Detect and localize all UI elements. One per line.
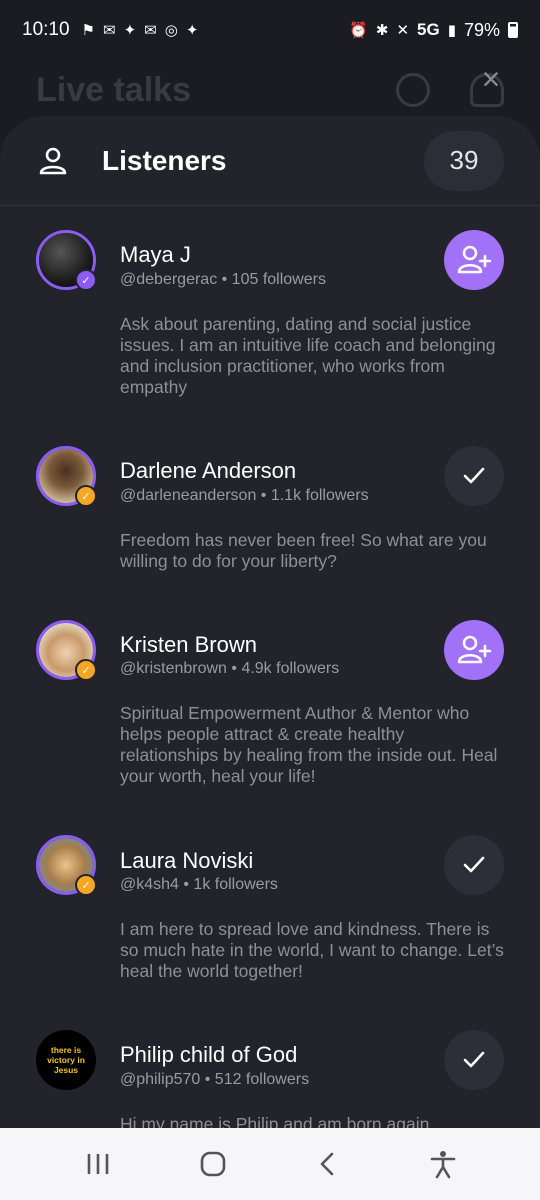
checkmark-icon xyxy=(463,467,485,484)
following-button[interactable] xyxy=(444,446,504,506)
twitter-icon: ✦ xyxy=(185,21,199,39)
status-left: 10:10 ⚑ ✉ ✦ ✉ ◎ ✦ xyxy=(22,19,198,41)
bluetooth-icon: ✱ xyxy=(375,21,389,39)
listener-handle: @debergerac • 105 followers xyxy=(120,271,326,288)
navigation-bar xyxy=(0,1128,540,1200)
listener-item[interactable]: there is victory in Jesus Philip child o… xyxy=(0,1005,540,1128)
battery-percent: 79% xyxy=(463,19,500,40)
listener-name[interactable]: Maya J xyxy=(120,242,191,268)
checkmark-icon xyxy=(463,856,485,873)
add-user-icon xyxy=(457,635,492,664)
avatar[interactable]: ✓ xyxy=(36,230,97,291)
status-time: 10:10 xyxy=(22,19,70,40)
listener-count-badge: 39 xyxy=(424,130,504,191)
back-icon xyxy=(320,1152,333,1176)
avatar-image: there is victory in Jesus xyxy=(39,1033,93,1087)
avatar-text: there is victory in Jesus xyxy=(47,1045,85,1075)
verified-badge-icon: ✓ xyxy=(75,485,97,507)
listener-handle: @kristenbrown • 4.9k followers xyxy=(120,660,340,677)
mute-icon: ✕ xyxy=(396,21,410,39)
verified-badge-icon: ✓ xyxy=(75,659,97,681)
following-button[interactable] xyxy=(444,835,504,895)
verified-badge-icon: ✓ xyxy=(75,874,97,896)
checkmark-icon xyxy=(463,1051,485,1068)
battery-icon xyxy=(508,22,518,38)
listener-item[interactable]: ✓ Kristen Brown @kristenbrown • 4.9k fol… xyxy=(0,595,540,810)
status-bar: 10:10 ⚑ ✉ ✦ ✉ ◎ ✦ ⏰ ✱ ✕ 5G ▮ 79% xyxy=(0,0,540,60)
listener-item[interactable]: ✓ Laura Noviski @k4sh4 • 1k followers I … xyxy=(0,810,540,1005)
notification-icon: ⚑ xyxy=(81,21,95,39)
accessibility-icon xyxy=(430,1151,455,1179)
listener-bio: Hi my name is Philip and am born again xyxy=(120,1114,430,1128)
listener-name[interactable]: Darlene Anderson xyxy=(120,458,296,484)
listener-name[interactable]: Philip child of God xyxy=(120,1042,297,1068)
avatar[interactable]: ✓ xyxy=(36,446,97,507)
listener-handle: @k4sh4 • 1k followers xyxy=(120,876,278,893)
recent-apps-button[interactable] xyxy=(78,1144,118,1184)
listener-name[interactable]: Kristen Brown xyxy=(120,632,257,658)
sheet-header: Listeners 39 xyxy=(0,116,540,206)
listener-item[interactable]: ✓ Darlene Anderson @darleneanderson • 1.… xyxy=(0,421,540,595)
back-button[interactable] xyxy=(308,1144,348,1184)
verified-badge-icon: ✓ xyxy=(75,269,97,291)
avatar[interactable]: ✓ xyxy=(36,835,97,896)
background-header: Live talks xyxy=(0,60,540,120)
avatar[interactable]: there is victory in Jesus xyxy=(36,1030,96,1090)
listener-item[interactable]: ✓ Maya J @debergerac • 105 followers Ask… xyxy=(0,206,540,421)
listener-bio: Ask about parenting, dating and social j… xyxy=(120,314,496,397)
signal-icon: ▮ xyxy=(447,21,456,39)
follow-button[interactable] xyxy=(444,620,504,680)
outlook-icon: ✉ xyxy=(103,21,116,39)
listener-handle: @philip570 • 512 followers xyxy=(120,1071,310,1088)
listener-bio: Freedom has never been free! So what are… xyxy=(120,530,487,571)
alarm-icon: ⏰ xyxy=(349,21,368,39)
person-icon xyxy=(39,147,67,174)
add-user-icon xyxy=(457,245,492,274)
home-button[interactable] xyxy=(193,1144,233,1184)
chat-icon xyxy=(396,73,430,107)
listener-name[interactable]: Laura Noviski xyxy=(120,848,253,874)
avatar[interactable]: ✓ xyxy=(36,620,97,681)
mail-icon: ✉ xyxy=(144,21,157,39)
background-title: Live talks xyxy=(36,70,191,109)
chrome-icon: ◎ xyxy=(164,21,178,39)
status-right: ⏰ ✱ ✕ 5G ▮ 79% xyxy=(349,20,518,41)
accessibility-button[interactable] xyxy=(423,1144,463,1184)
twitter-icon: ✦ xyxy=(123,21,137,39)
recent-apps-icon xyxy=(87,1154,108,1174)
home-icon xyxy=(200,1151,225,1177)
sheet-title: Listeners xyxy=(102,144,227,176)
listener-bio: I am here to spread love and kindness. T… xyxy=(120,919,504,981)
following-button[interactable] xyxy=(444,1030,504,1090)
follow-button[interactable] xyxy=(444,230,504,290)
listener-handle: @darleneanderson • 1.1k followers xyxy=(120,487,369,504)
close-icon[interactable]: × xyxy=(478,63,504,95)
listener-bio: Spiritual Empowerment Author & Mentor wh… xyxy=(120,703,498,786)
listeners-sheet: Listeners 39 ✓ Maya J @debergerac • 105 … xyxy=(0,116,540,1128)
network-type: 5G xyxy=(417,20,440,39)
